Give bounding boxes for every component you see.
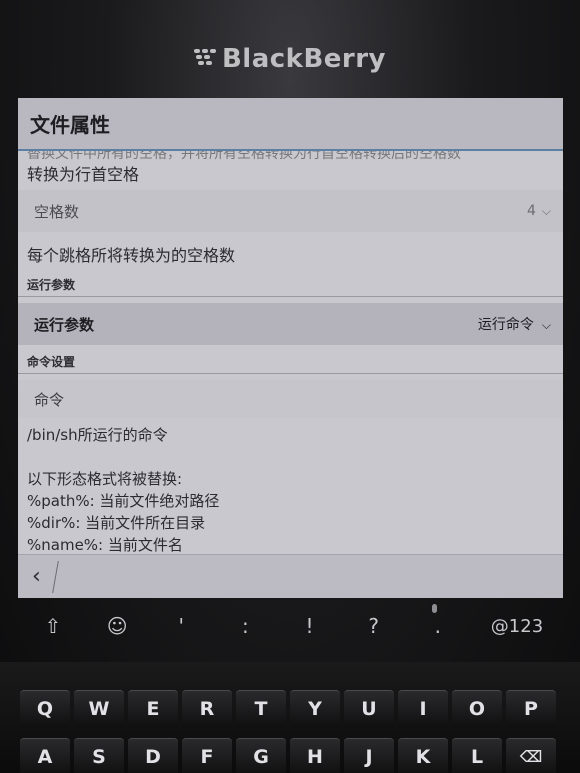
command-placeholder: 命令 — [34, 390, 65, 409]
key-exclamation[interactable]: ! — [290, 614, 330, 638]
key-i[interactable]: I — [398, 690, 448, 728]
key-question[interactable]: ? — [354, 614, 394, 638]
key-s[interactable]: S — [74, 738, 124, 773]
key-p[interactable]: P — [506, 690, 556, 728]
convert-tabs-description: 转换为行首空格 — [27, 165, 140, 184]
clipped-text-line: 替换文件中所有的空格，并将所有空格转换为行首空格转换后的空格数 — [18, 151, 563, 161]
key-e[interactable]: E — [128, 690, 178, 728]
key-w[interactable]: W — [74, 690, 124, 728]
physical-keyboard: Q W E R T Y U I O P A S D F G H J K L ⌫ — [0, 662, 580, 773]
run-params-selected: 运行命令 — [477, 317, 534, 333]
key-o[interactable]: O — [452, 690, 502, 728]
divider — [51, 560, 59, 593]
key-k[interactable]: K — [398, 738, 448, 773]
key-t[interactable]: T — [236, 690, 286, 728]
key-g[interactable]: G — [236, 738, 286, 773]
shift-icon[interactable]: ⇧ — [33, 614, 73, 638]
command-input[interactable]: 命令 — [18, 380, 563, 418]
run-params-label: 运行参数 — [34, 315, 95, 334]
key-u[interactable]: U — [344, 690, 394, 728]
keyboard-toolbar: ⇧ ☺ ' : ! ? . @123 — [25, 604, 560, 648]
page-title: 文件属性 — [30, 113, 110, 137]
chevron-down-icon: ⌵ — [541, 318, 551, 332]
key-r[interactable]: R — [182, 690, 232, 728]
emoji-icon[interactable]: ☺ — [97, 614, 137, 638]
key-j[interactable]: J — [344, 738, 394, 773]
title-bar: 文件属性 — [18, 98, 563, 151]
keyboard-row-2: A S D F G H J K L ⌫ — [0, 738, 580, 773]
bottom-action-bar: ‹ — [18, 554, 563, 598]
numeric-toggle-key[interactable]: @123 — [482, 616, 552, 637]
key-period-mic[interactable]: . — [418, 604, 458, 638]
key-f[interactable]: F — [182, 738, 232, 773]
screen: 文件属性 替换文件中所有的空格，并将所有空格转换为行首空格转换后的空格数 转换为… — [18, 98, 563, 598]
backspace-key[interactable]: ⌫ — [506, 738, 556, 773]
key-apostrophe[interactable]: ' — [161, 614, 201, 638]
help-line: 以下形态格式将被替换: — [27, 470, 183, 488]
clipped-text: 替换文件中所有的空格，并将所有空格转换为行首空格转换后的空格数 — [27, 151, 461, 161]
period-label: . — [434, 614, 442, 638]
help-line: %name%: 当前文件名 — [27, 536, 183, 554]
brand-logo: BlackBerry — [0, 44, 580, 74]
command-help: /bin/sh所运行的命令 以下形态格式将被替换: %path%: 当前文件绝对… — [18, 424, 563, 556]
key-q[interactable]: Q — [20, 690, 70, 728]
spaces-count-label: 空格数 — [34, 202, 80, 221]
blackberry-logo-icon — [193, 49, 216, 67]
spaces-count-selected: 4 — [526, 203, 536, 219]
back-icon[interactable]: ‹ — [32, 564, 41, 589]
section-header-command: 命令设置 — [18, 353, 563, 374]
spaces-help-text: 每个跳格所将转换为的空格数 — [27, 246, 236, 265]
key-l[interactable]: L — [452, 738, 502, 773]
run-params-row[interactable]: 运行参数 运行命令 ⌵ — [18, 303, 563, 345]
key-colon[interactable]: : — [225, 614, 265, 638]
spaces-count-value[interactable]: 4 ⌵ — [527, 203, 551, 219]
help-line — [27, 446, 563, 468]
key-d[interactable]: D — [128, 738, 178, 773]
help-line: %path%: 当前文件绝对路径 — [27, 492, 220, 510]
brand-name: BlackBerry — [221, 44, 387, 74]
help-line: %dir%: 当前文件所在目录 — [27, 514, 206, 532]
key-h[interactable]: H — [290, 738, 340, 773]
help-line: /bin/sh所运行的命令 — [27, 426, 168, 444]
run-params-value[interactable]: 运行命令 ⌵ — [478, 314, 551, 334]
key-y[interactable]: Y — [290, 690, 340, 728]
spaces-count-row[interactable]: 空格数 4 ⌵ — [18, 190, 563, 232]
keyboard-row-1: Q W E R T Y U I O P — [0, 690, 580, 734]
key-a[interactable]: A — [20, 738, 70, 773]
chevron-down-icon: ⌵ — [541, 204, 551, 218]
section-header-run: 运行参数 — [18, 276, 563, 297]
